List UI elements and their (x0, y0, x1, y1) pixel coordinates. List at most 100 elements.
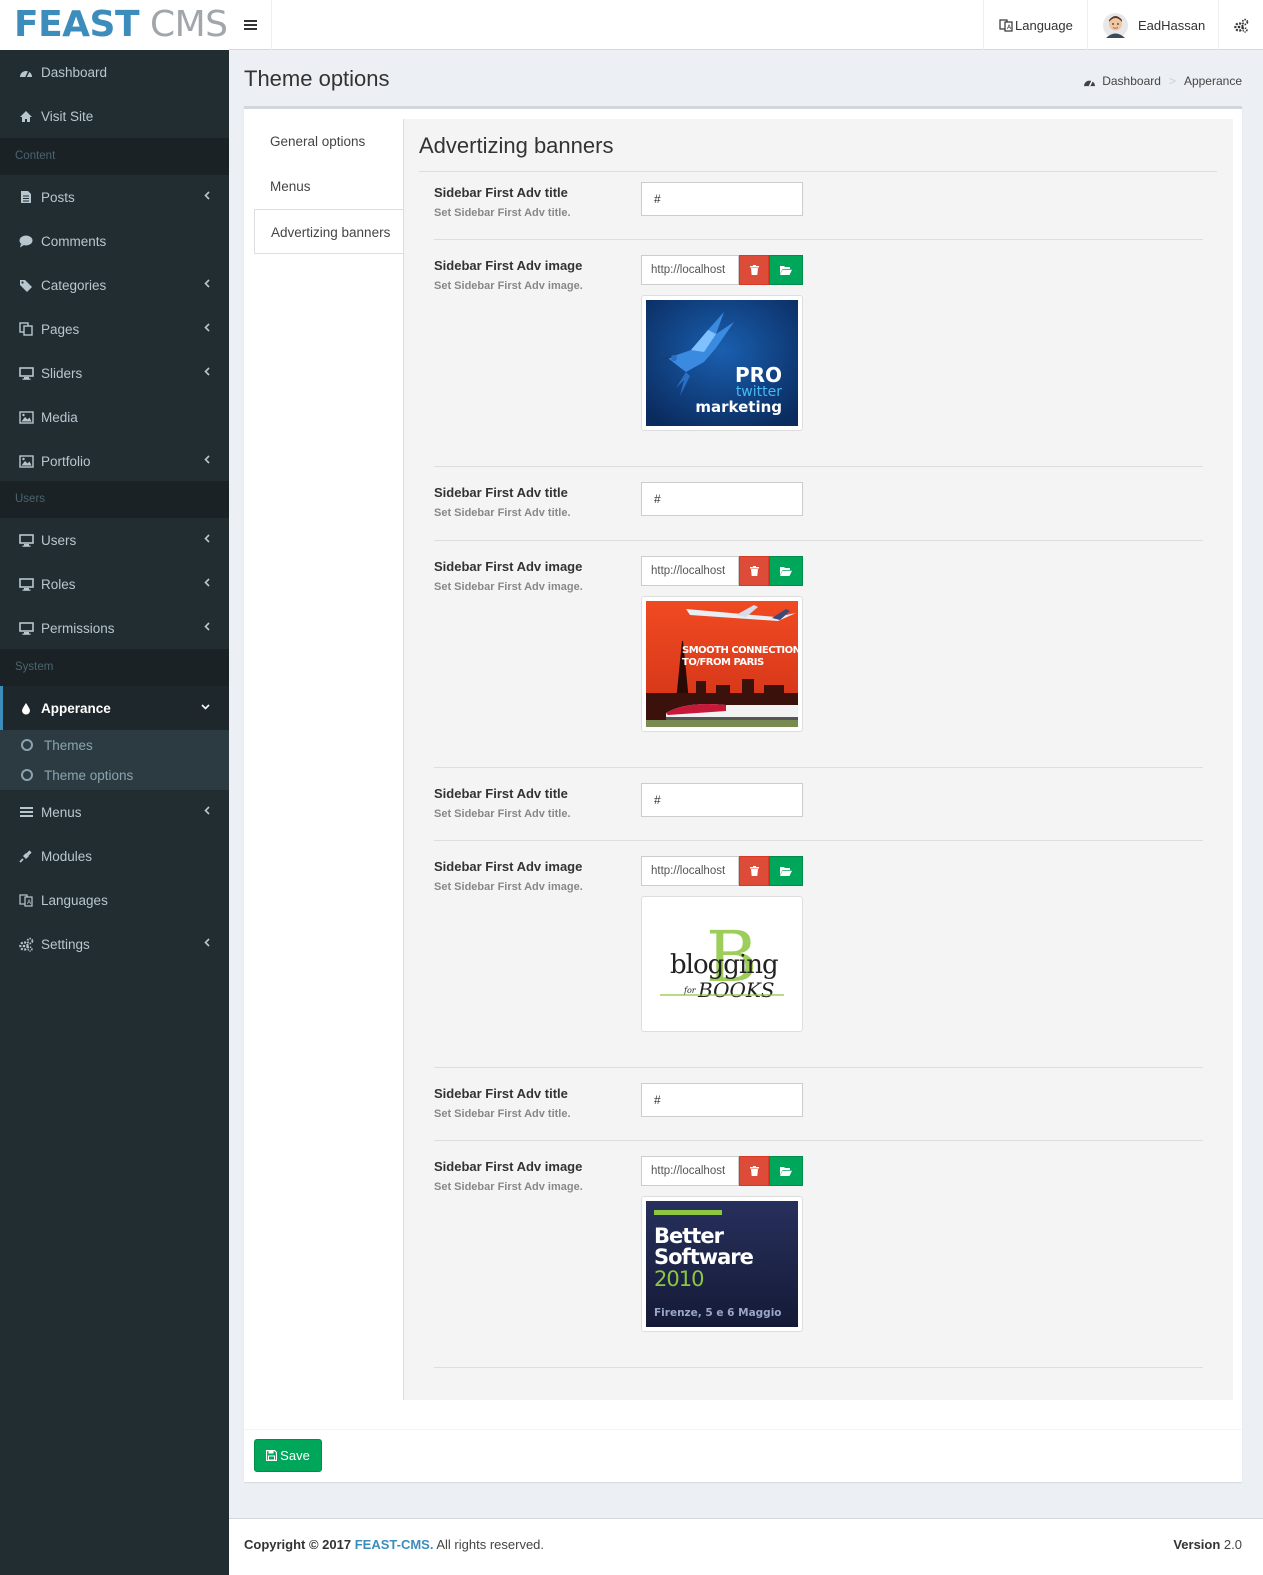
sidebar-item-media[interactable]: Media (0, 395, 229, 439)
sidebar-subitem-label: Themes (44, 737, 93, 753)
banner-text: marketing (695, 398, 782, 416)
copyright-text: Copyright © 2017 FEAST-CMS. All rights r… (244, 1537, 544, 1552)
banner-text: Firenze, 5 e 6 Maggio (654, 1307, 782, 1319)
sidebar-item-label: Users (41, 532, 77, 548)
page-footer: Copyright © 2017 FEAST-CMS. All rights r… (229, 1518, 1263, 1575)
control-sidebar-button[interactable] (1218, 0, 1263, 50)
sidebar-item-comments[interactable]: Comments (0, 219, 229, 263)
browse-image-button[interactable] (769, 856, 803, 886)
tab-general-options[interactable]: General options (254, 119, 404, 164)
sidebar-item-permissions[interactable]: Permissions (0, 606, 229, 650)
tab-menus[interactable]: Menus (254, 164, 404, 209)
browse-image-button[interactable] (769, 556, 803, 586)
sidebar-item-label: Media (41, 409, 78, 425)
comment-icon (18, 233, 34, 249)
sidebar-subitem-themes[interactable]: Themes (0, 730, 229, 760)
adv-title-input-2[interactable] (641, 482, 803, 516)
sidebar-item-languages[interactable]: A Languages (0, 878, 229, 922)
home-icon (18, 108, 34, 124)
sidebar-toggle-button[interactable] (229, 0, 272, 50)
save-button[interactable]: Save (254, 1439, 322, 1472)
divider (434, 239, 1203, 240)
sidebar-item-categories[interactable]: Categories (0, 263, 229, 307)
dashboard-icon (1083, 76, 1096, 87)
banner-image-better-software-2010: Better Software 2010 Firenze, 5 e 6 Magg… (646, 1201, 798, 1327)
browse-image-button[interactable] (769, 1156, 803, 1186)
divider (434, 840, 1203, 841)
desktop-icon (18, 365, 34, 381)
folder-open-icon (780, 866, 792, 876)
adv-image-url-input-2[interactable] (641, 556, 739, 586)
adv-image-url-input-4[interactable] (641, 1156, 739, 1186)
sidebar-item-dashboard[interactable]: Dashboard (0, 50, 229, 94)
remove-image-button[interactable] (739, 1156, 769, 1186)
sidebar-item-sliders[interactable]: Sliders (0, 351, 229, 395)
user-name: EadHassan (1138, 17, 1206, 33)
tabs-container: General options Menus Advertizing banner… (254, 119, 1233, 1400)
trash-icon (749, 265, 759, 275)
sidebar-item-posts[interactable]: Posts (0, 175, 229, 219)
version-number: 2.0 (1223, 1537, 1242, 1552)
remove-image-button[interactable] (739, 556, 769, 586)
tab-advertizing-banners[interactable]: Advertizing banners (254, 209, 403, 254)
logo[interactable]: FEAST CMS (0, 0, 229, 50)
panel-title: Advertizing banners (419, 133, 614, 158)
adv-title-input-3[interactable] (641, 783, 803, 817)
desktop-icon (18, 620, 34, 636)
save-label: Save (280, 1448, 310, 1463)
image-icon (18, 453, 34, 469)
adv-image-url-input-3[interactable] (641, 856, 739, 886)
user-menu[interactable]: EadHassan (1087, 0, 1218, 50)
sidebar-item-label: Languages (41, 892, 108, 908)
adv-title-input-1[interactable] (641, 182, 803, 216)
bars-icon (18, 804, 34, 820)
adv-image-url-input-1[interactable] (641, 255, 739, 285)
remove-image-button[interactable] (739, 255, 769, 285)
adv-title-input-4[interactable] (641, 1083, 803, 1117)
field-label-adv-image: Sidebar First Adv image (434, 559, 583, 574)
field-help-adv-image: Set Sidebar First Adv image. (434, 1181, 583, 1193)
banner-text: BOOKS (697, 978, 775, 1002)
sidebar-item-label: Pages (41, 321, 80, 337)
divider (434, 767, 1203, 768)
top-navbar: FEAST CMS A Language EadHassan (0, 0, 1263, 50)
banner-image-paris-connections: SMOOTH CONNECTIONS TO/FROM PARIS (646, 601, 798, 727)
field-help-adv-title: Set Sidebar First Adv title. (434, 1108, 571, 1120)
adv-image-preview-2: SMOOTH CONNECTIONS TO/FROM PARIS (641, 596, 803, 732)
sidebar-item-apperance[interactable]: Apperance (0, 686, 229, 730)
chevron-left-icon (204, 534, 210, 543)
box-footer-divider (244, 1429, 1242, 1430)
sidebar-item-modules[interactable]: Modules (0, 834, 229, 878)
brand-link[interactable]: FEAST-CMS. (355, 1537, 434, 1552)
breadcrumb-separator: > (1168, 74, 1176, 88)
breadcrumb-link-dashboard[interactable]: Dashboard (1102, 74, 1161, 88)
sidebar-item-roles[interactable]: Roles (0, 562, 229, 606)
banner-text: blogging (670, 950, 778, 980)
divider (434, 540, 1203, 541)
sidebar-item-menus[interactable]: Menus (0, 790, 229, 834)
remove-image-button[interactable] (739, 856, 769, 886)
folder-open-icon (780, 566, 792, 576)
field-label-adv-title: Sidebar First Adv title (434, 185, 568, 200)
field-label-adv-image: Sidebar First Adv image (434, 258, 583, 273)
theme-options-box: General options Menus Advertizing banner… (244, 106, 1242, 1482)
avatar (1103, 12, 1128, 38)
language-menu[interactable]: A Language (983, 0, 1087, 50)
sidebar-subitem-theme-options[interactable]: Theme options (0, 760, 229, 790)
copyright-label: Copyright © 2017 (244, 1537, 352, 1552)
circle-icon (21, 739, 33, 751)
sidebar-item-visit-site[interactable]: Visit Site (0, 94, 229, 138)
sidebar-item-users[interactable]: Users (0, 518, 229, 562)
adv-image-preview-1: PRO twitter marketing (641, 295, 803, 431)
field-help-adv-image: Set Sidebar First Adv image. (434, 881, 583, 893)
sidebar-item-pages[interactable]: Pages (0, 307, 229, 351)
sidebar-item-label: Categories (41, 277, 107, 293)
desktop-icon (18, 576, 34, 592)
divider (434, 466, 1203, 467)
chevron-left-icon (204, 191, 210, 200)
browse-image-button[interactable] (769, 255, 803, 285)
save-icon (266, 1450, 280, 1461)
sidebar-item-portfolio[interactable]: Portfolio (0, 439, 229, 483)
sidebar-item-settings[interactable]: Settings (0, 922, 229, 966)
field-help-adv-image: Set Sidebar First Adv image. (434, 581, 583, 593)
